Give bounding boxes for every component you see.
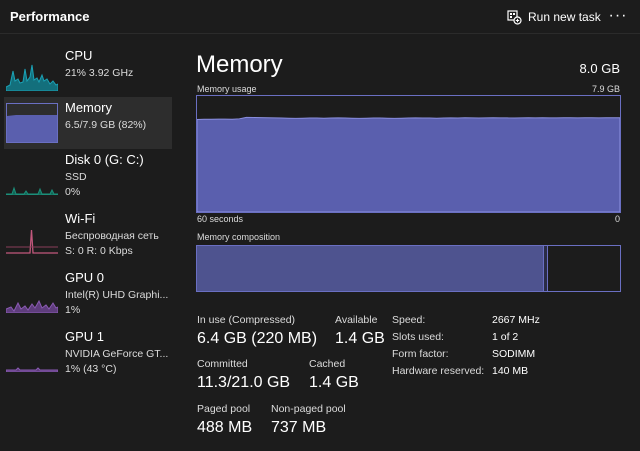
sidebar: CPU 21% 3.92 GHz Memory 6.5/7.9 GB (82%)… [0, 35, 180, 451]
gpu-0-graph-thumb-icon [6, 299, 58, 313]
stat-value: 6.4 GB (220 MB) [197, 330, 318, 347]
stat-label: Paged pool [197, 403, 251, 415]
composition-modified [543, 246, 549, 291]
stat-available: Available 1.4 GB [335, 314, 385, 348]
sidebar-item-cpu[interactable]: CPU 21% 3.92 GHz [4, 45, 172, 97]
stat-value: 11.3/21.0 GB [197, 374, 291, 391]
graph-axis-left: 60 seconds [197, 214, 244, 224]
stat-in-use: In use (Compressed) 6.4 GB (220 MB) [197, 314, 317, 348]
stat-label: In use (Compressed) [197, 314, 296, 326]
stat-value: 1.4 GB [309, 374, 359, 391]
spec-slots: Slots used: 1 of 2 [392, 331, 632, 347]
sidebar-item-label: GPU 0 [65, 270, 105, 285]
run-new-task-button[interactable]: Run new task [500, 6, 607, 28]
page-title: Performance [10, 9, 90, 24]
stat-label: Committed [197, 358, 248, 370]
stat-cached: Cached 1.4 GB [309, 358, 359, 392]
stat-value: 737 MB [271, 419, 327, 436]
memory-usage-graph [196, 95, 621, 213]
memory-total: 8.0 GB [579, 61, 620, 76]
stat-committed: Committed 11.3/21.0 GB [197, 358, 290, 392]
graph-axis-right: 0 [614, 214, 620, 224]
spec-hardware-reserved: Hardware reserved: 140 MB [392, 365, 632, 381]
stat-label: Cached [309, 358, 346, 370]
sidebar-item-wifi[interactable]: Wi-Fi Беспроводная сеть S: 0 R: 0 Kbps [4, 208, 172, 260]
sidebar-item-memory[interactable]: Memory 6.5/7.9 GB (82%) [4, 97, 172, 149]
title-bar: Performance Run new task ··· [0, 0, 640, 34]
memory-heading: Memory [196, 51, 283, 78]
sidebar-item-detail: 21% 3.92 GHz [65, 67, 134, 79]
more-options-button[interactable]: ··· [604, 5, 632, 27]
usage-graph-max: 7.9 GB [591, 84, 620, 94]
memory-composition-bar [196, 245, 621, 292]
sidebar-item-detail: Intel(R) UHD Graphi... [65, 289, 169, 301]
sidebar-item-detail: Беспроводная сеть [65, 230, 159, 242]
gpu-1-graph-thumb-icon [6, 367, 58, 372]
sidebar-item-detail: SSD [65, 171, 87, 183]
spec-key: Slots used: [392, 331, 444, 343]
sidebar-item-label: Disk 0 (G: C:) [65, 152, 144, 167]
stat-paged-pool: Paged pool 488 MB [197, 403, 252, 437]
sidebar-item-usage: 1% (43 °C) [65, 363, 117, 375]
sidebar-item-label: GPU 1 [65, 329, 105, 344]
sidebar-item-gpu-1[interactable]: GPU 1 NVIDIA GeForce GT... 1% (43 °C) [4, 326, 172, 378]
spec-key: Speed: [392, 314, 426, 326]
more-icon: ··· [608, 7, 628, 24]
memory-panel: Memory 8.0 GB Memory usage 7.9 GB 60 sec… [185, 35, 640, 451]
composition-in-use [197, 246, 544, 291]
sidebar-item-gpu-0[interactable]: GPU 0 Intel(R) UHD Graphi... 1% [4, 267, 172, 319]
composition-label: Memory composition [197, 232, 281, 242]
spec-key: Form factor: [392, 348, 449, 360]
sidebar-item-usage: 0% [65, 186, 81, 198]
spec-speed: Speed: 2667 MHz [392, 314, 632, 330]
stat-label: Non-paged pool [271, 403, 346, 415]
sidebar-item-label: CPU [65, 48, 93, 63]
wifi-graph-thumb-icon [6, 229, 58, 254]
spec-value: 2667 MHz [492, 314, 540, 326]
disk-graph-thumb-icon [6, 186, 58, 195]
sidebar-item-label: Wi-Fi [65, 211, 96, 226]
spec-value: 140 MB [492, 365, 529, 377]
spec-value: SODIMM [492, 348, 536, 360]
sidebar-item-usage: S: 0 R: 0 Kbps [65, 245, 133, 257]
spec-value: 1 of 2 [492, 331, 519, 343]
memory-usage-chart [197, 116, 620, 212]
sidebar-item-detail: 6.5/7.9 GB (82%) [65, 119, 147, 131]
sidebar-item-detail: NVIDIA GeForce GT... [65, 348, 169, 360]
spec-form-factor: Form factor: SODIMM [392, 348, 632, 364]
stat-label: Available [335, 314, 378, 326]
memory-graph-thumb-icon [6, 103, 58, 143]
stat-value: 1.4 GB [335, 330, 385, 347]
run-task-label: Run new task [528, 10, 601, 24]
stat-value: 488 MB [197, 419, 253, 436]
sidebar-item-disk[interactable]: Disk 0 (G: C:) SSD 0% [4, 149, 172, 201]
usage-graph-label: Memory usage [197, 84, 257, 94]
sidebar-item-label: Memory [65, 100, 112, 115]
stat-non-paged-pool: Non-paged pool 737 MB [271, 403, 346, 437]
spec-key: Hardware reserved: [392, 365, 485, 377]
run-task-icon [507, 10, 522, 25]
sidebar-item-usage: 1% [65, 304, 81, 316]
usage-area [197, 116, 620, 212]
cpu-graph-thumb-icon [6, 64, 58, 91]
